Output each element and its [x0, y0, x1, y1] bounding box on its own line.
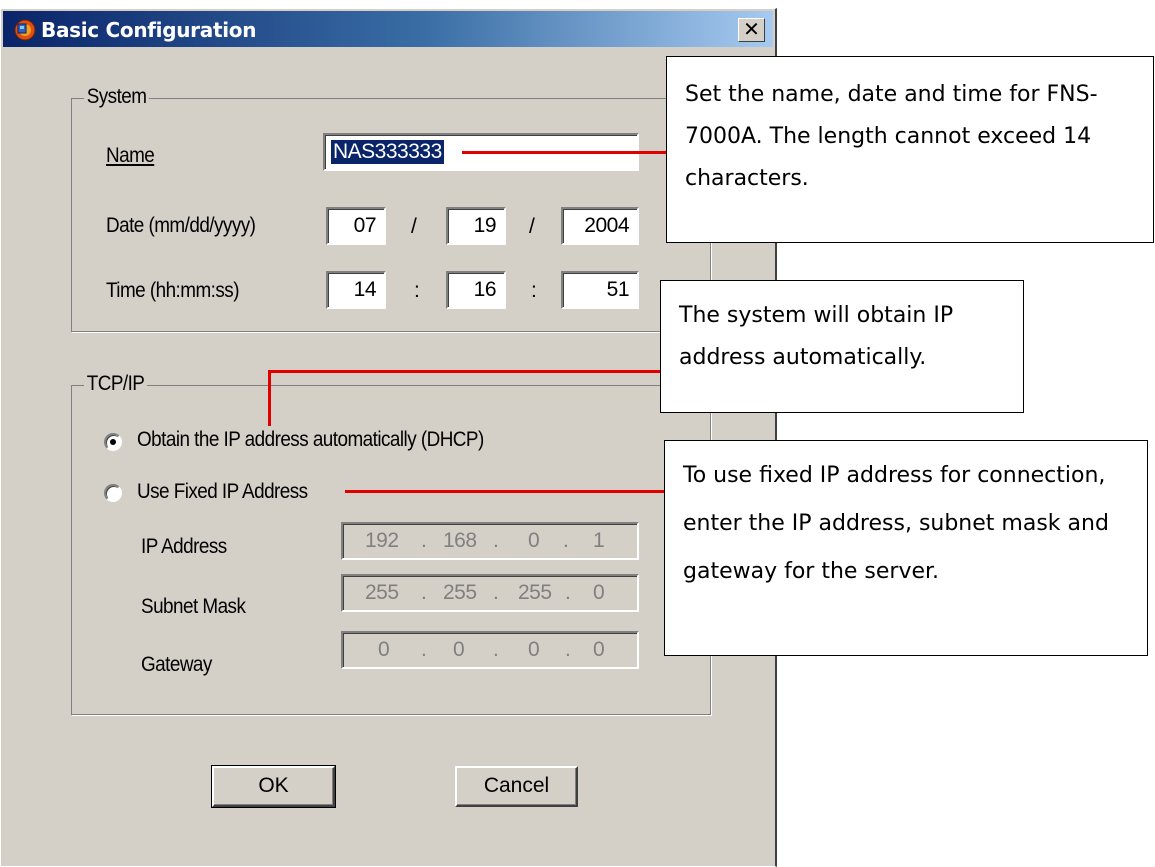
ip-octet-3: 0 — [528, 529, 540, 552]
date-month-input[interactable]: 07 — [326, 207, 386, 245]
ip-octet-2: 168 — [443, 529, 477, 552]
time-hour-input[interactable]: 14 — [326, 271, 386, 309]
date-day-value: 19 — [473, 214, 497, 237]
gateway-octet-1: 0 — [378, 638, 390, 661]
time-minute-input[interactable]: 16 — [446, 271, 506, 309]
gateway-dot-3: . — [565, 638, 571, 661]
subnet-octet-1: 255 — [365, 581, 399, 604]
gateway-octet-2: 0 — [453, 638, 465, 661]
time-minute-value: 16 — [473, 278, 497, 301]
time-separator-1: : — [414, 279, 420, 302]
ip-octet-4: 1 — [593, 529, 605, 552]
close-icon: ✕ — [743, 17, 760, 41]
subnet-dot-1: . — [421, 581, 427, 604]
title-bar[interactable]: Basic Configuration ✕ — [3, 11, 773, 47]
subnet-octet-3: 255 — [518, 581, 552, 604]
cancel-button[interactable]: Cancel — [455, 766, 578, 807]
ip-address-label: IP Address — [141, 535, 227, 558]
time-second-input[interactable]: 51 — [561, 271, 639, 309]
ip-dot-1: . — [421, 529, 427, 552]
callout-system: Set the name, date and time for FNS-7000… — [666, 56, 1154, 243]
subnet-mask-label: Subnet Mask — [141, 595, 246, 618]
ok-button-label: OK — [258, 774, 289, 797]
fixed-ip-radio[interactable] — [104, 484, 122, 502]
callout-fixed: To use fixed IP address for connection, … — [664, 440, 1148, 656]
gateway-label: Gateway — [141, 653, 212, 676]
name-label: Name — [106, 144, 155, 168]
gateway-octet-4: 0 — [593, 638, 605, 661]
ip-dot-2: . — [493, 529, 499, 552]
subnet-mask-input[interactable]: 255 . 255 . 255 . 0 — [341, 574, 639, 612]
subnet-octet-2: 255 — [443, 581, 477, 604]
date-month-value: 07 — [353, 214, 377, 237]
subnet-dot-2: . — [493, 581, 499, 604]
name-label-text: Name — [106, 144, 155, 167]
window-title: Basic Configuration — [41, 18, 257, 42]
dhcp-radio-dot — [110, 439, 116, 445]
basic-configuration-dialog: Basic Configuration ✕ System Name NAS333… — [0, 8, 777, 867]
callout-line-name — [462, 151, 668, 154]
gateway-input[interactable]: 0 . 0 . 0 . 0 — [341, 631, 639, 669]
subnet-dot-3: . — [565, 581, 571, 604]
close-button[interactable]: ✕ — [738, 18, 765, 42]
cancel-button-label: Cancel — [483, 774, 550, 797]
time-hour-value: 14 — [353, 278, 377, 301]
ip-dot-3: . — [563, 529, 569, 552]
system-group-title: System — [84, 85, 150, 109]
subnet-octet-4: 0 — [593, 581, 605, 604]
ok-button[interactable]: OK — [211, 765, 336, 808]
time-second-value: 51 — [606, 278, 630, 301]
gateway-dot-2: . — [493, 638, 499, 661]
date-label: Date (mm/dd/yyyy) — [106, 214, 256, 237]
callout-dhcp: The system will obtain IP address automa… — [660, 280, 1024, 413]
date-year-value: 2004 — [584, 214, 629, 237]
gateway-dot-1: . — [421, 638, 427, 661]
date-year-input[interactable]: 2004 — [561, 207, 639, 245]
name-input-value: NAS333333 — [331, 140, 444, 164]
callout-line-dhcp-horizontal — [268, 370, 660, 373]
tcpip-group-title: TCP/IP — [84, 372, 148, 396]
callout-line-dhcp-vertical — [268, 370, 271, 426]
dhcp-label[interactable]: Obtain the IP address automatically (DHC… — [137, 428, 484, 452]
dhcp-radio[interactable] — [104, 433, 122, 451]
ip-octet-1: 192 — [365, 529, 399, 552]
gateway-octet-3: 0 — [528, 638, 540, 661]
ip-address-input[interactable]: 192 . 168 . 0 . 1 — [341, 522, 639, 560]
date-separator-1: / — [411, 215, 417, 238]
date-separator-2: / — [529, 215, 535, 238]
app-icon — [14, 19, 36, 41]
date-day-input[interactable]: 19 — [446, 207, 506, 245]
callout-line-fixed — [345, 490, 665, 493]
fixed-ip-label[interactable]: Use Fixed IP Address — [137, 480, 308, 504]
time-separator-2: : — [531, 279, 537, 302]
time-label: Time (hh:mm:ss) — [106, 279, 239, 302]
